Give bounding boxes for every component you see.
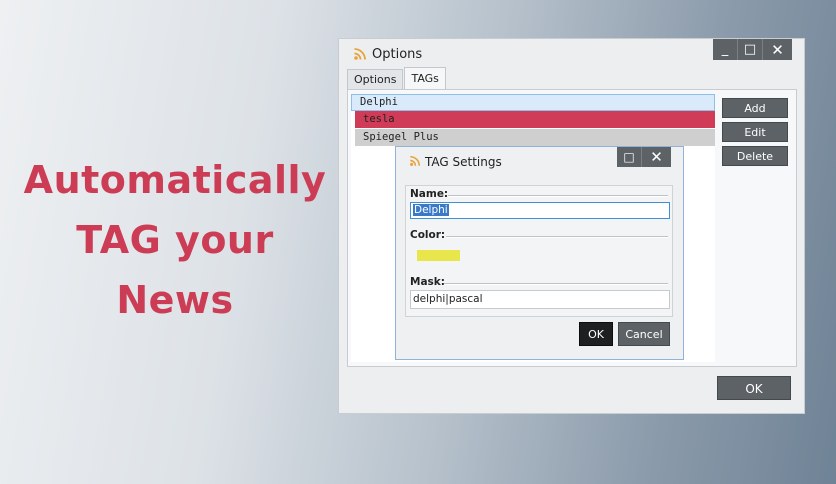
dialog-title: TAG Settings [425, 155, 502, 169]
tag-row-spiegel-plus[interactable]: Spiegel Plus [355, 129, 715, 146]
ok-button[interactable]: OK [717, 376, 791, 400]
promo-line-1: Automatically [23, 158, 327, 202]
tag-row-tesla[interactable]: tesla [355, 111, 715, 128]
promo-line-2: TAG your [76, 218, 274, 262]
dialog-cancel-button[interactable]: Cancel [618, 322, 670, 346]
mask-field[interactable]: delphi|pascal [410, 290, 670, 309]
maximize-button[interactable]: □ [738, 39, 763, 60]
promo-line-3: News [116, 278, 234, 322]
rss-icon [354, 48, 366, 60]
dialog-ok-button[interactable]: OK [579, 322, 613, 346]
divider [444, 283, 668, 285]
minimize-button[interactable]: _ [713, 39, 738, 60]
edit-button[interactable]: Edit [722, 122, 788, 142]
tab-options[interactable]: Options [347, 69, 404, 89]
color-swatch[interactable] [417, 250, 460, 261]
delete-button[interactable]: Delete [722, 146, 788, 166]
dialog-controls: □ ✕ [617, 147, 671, 167]
divider [448, 195, 668, 197]
tag-row-delphi[interactable]: Delphi [351, 94, 715, 111]
name-label: Name: [410, 188, 449, 200]
dialog-close-button[interactable]: ✕ [642, 147, 671, 167]
mask-label: Mask: [410, 276, 445, 288]
tab-bar: Options TAGs [347, 67, 447, 89]
dialog-maximize-button[interactable]: □ [617, 147, 642, 167]
tab-tags[interactable]: TAGs [404, 67, 446, 89]
window-controls: _ □ ✕ [713, 39, 793, 60]
window-title: Options [372, 47, 423, 62]
rss-icon [410, 155, 421, 166]
tag-settings-form: Name: Delphi Color: Mask: delphi|pascal [405, 185, 673, 317]
add-button[interactable]: Add [722, 98, 788, 118]
name-field-value: Delphi [413, 204, 449, 216]
name-field[interactable]: Delphi [410, 202, 670, 219]
divider [446, 236, 668, 238]
tag-settings-dialog: TAG Settings □ ✕ Name: Delphi Color: Mas… [395, 146, 684, 360]
promo-headline: Automatically TAG your News [10, 150, 340, 330]
color-label: Color: [410, 229, 446, 241]
tag-actions: Add Edit Delete [722, 98, 788, 170]
close-button[interactable]: ✕ [763, 39, 792, 60]
